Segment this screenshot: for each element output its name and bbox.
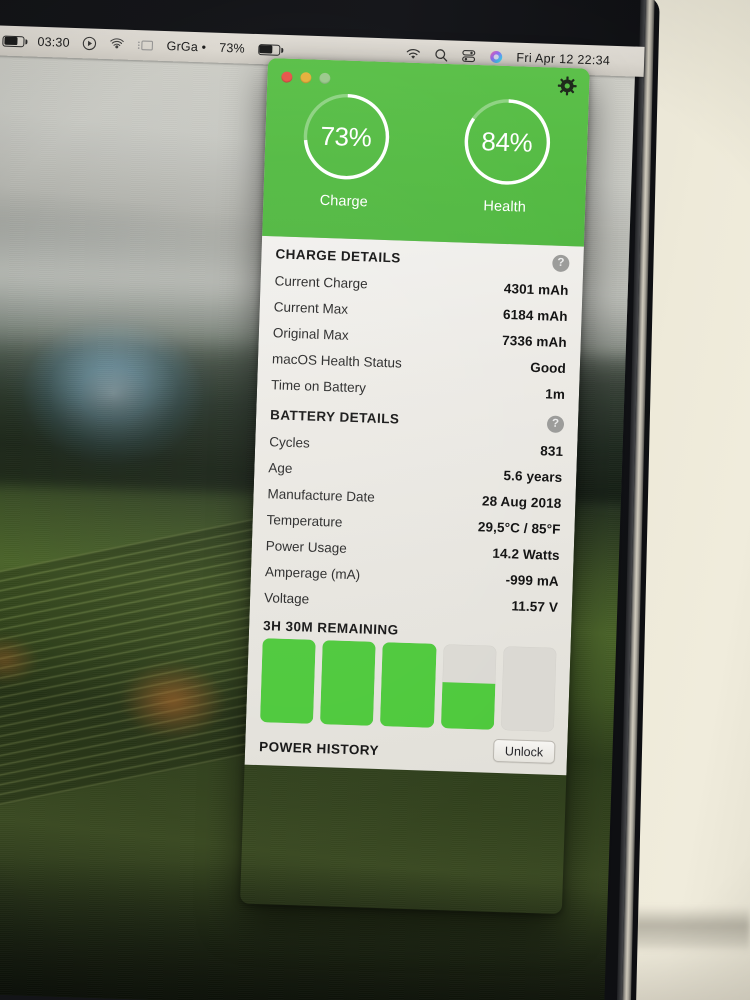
detail-row-value: Good [530,359,567,376]
detail-row-value: 7336 mAh [501,332,567,350]
detail-row-value: -999 mA [505,571,560,589]
menu-clock[interactable]: Fri Apr 12 22:34 [516,51,610,68]
detail-row-key: macOS Health Status [271,350,403,371]
help-icon[interactable]: ? [546,415,565,434]
power-history-label: POWER HISTORY [258,739,380,759]
power-history-bar [440,644,497,730]
power-history-chart [246,638,571,733]
detail-row-key: Amperage (mA) [264,563,361,582]
detail-row-value: 1m [545,385,566,402]
help-icon[interactable]: ? [552,254,570,273]
unlock-button[interactable]: Unlock [492,738,556,764]
power-history-bar [380,642,437,728]
window-traffic-lights [281,71,331,85]
gauges-row: 73% Charge 84% Health [263,84,589,218]
detail-row-value: 831 [540,442,564,459]
detail-row-key: Age [268,459,293,476]
wall-shadow-band [628,906,750,952]
charge-gauge-label: Charge [319,192,369,211]
detail-row-key: Current Charge [274,272,368,291]
health-gauge-value: 84% [480,125,533,158]
siri-icon[interactable] [489,50,503,64]
battery-app-window: 73% Charge 84% Health CHARGE DETAILS ? C… [240,58,590,914]
power-history-bar-fill [320,640,377,726]
power-history-bar [320,640,377,726]
detail-row-key: Time on Battery [270,376,367,395]
detail-row-key: Manufacture Date [267,485,376,505]
charge-gauge-value: 73% [320,120,372,152]
charge-gauge: 73% Charge [263,84,428,212]
zoom-button[interactable] [319,72,331,85]
health-gauge-label: Health [483,198,527,216]
battery-details-title: BATTERY DETAILS [269,407,400,427]
detail-row-key: Power Usage [265,537,348,556]
app-body: CHARGE DETAILS ? Current Charge 4301 mAh C… [244,235,584,776]
battery-icon[interactable] [2,35,28,47]
play-circle-icon[interactable] [82,36,97,51]
wallpaper-autumn-foliage-2 [0,633,41,686]
detail-row-value: 11.57 V [511,597,559,615]
photo-of-macbook-screen: 03:30 GrGa • 73% Fri Apr 12 22:34 73% Ch… [0,0,750,1000]
minimize-button[interactable] [300,72,312,84]
menu-user-label[interactable]: GrGa • [166,39,206,54]
wifi-icon[interactable] [405,47,421,61]
menu-time-machine-label[interactable]: 03:30 [37,35,70,50]
battery-details-rows: Cycles 831 Age 5.6 years Manufacture Date 28 … [250,428,578,621]
detail-row-value: 5.6 years [503,467,563,485]
charge-details-title: CHARGE DETAILS [275,246,402,266]
power-history-bar [500,646,557,732]
detail-row-value: 28 Aug 2018 [481,492,562,511]
detail-row-value: 14.2 Watts [492,545,560,563]
wallpaper-autumn-foliage [116,658,230,743]
detail-row-key: Cycles [269,433,311,451]
detail-row-value: 4301 mAh [503,280,569,298]
battery-icon[interactable] [257,43,283,56]
control-center-icon[interactable] [461,49,476,63]
power-history-bar [259,638,316,724]
search-icon[interactable] [434,48,448,62]
airplay-audio-icon[interactable] [109,37,125,51]
power-history-bar-fill [259,638,316,724]
detail-row-value: 6184 mAh [502,306,568,324]
screen-mirroring-icon[interactable] [137,39,154,53]
health-gauge: 84% Health [424,89,589,217]
detail-row-key: Temperature [266,511,343,530]
detail-row-key: Current Max [273,298,349,317]
detail-row-key: Voltage [263,589,310,607]
power-history-bar-fill [440,681,496,730]
detail-row-value: 29,5°C / 85°F [477,518,561,537]
charge-details-rows: Current Charge 4301 mAh Current Max 6184 mA… [257,267,583,408]
power-history-bar-fill [380,642,437,728]
menu-battery-percent[interactable]: 73% [219,41,245,56]
detail-row-key: Original Max [272,324,349,343]
close-button[interactable] [281,71,293,83]
app-hero-header: 73% Charge 84% Health [262,58,590,247]
